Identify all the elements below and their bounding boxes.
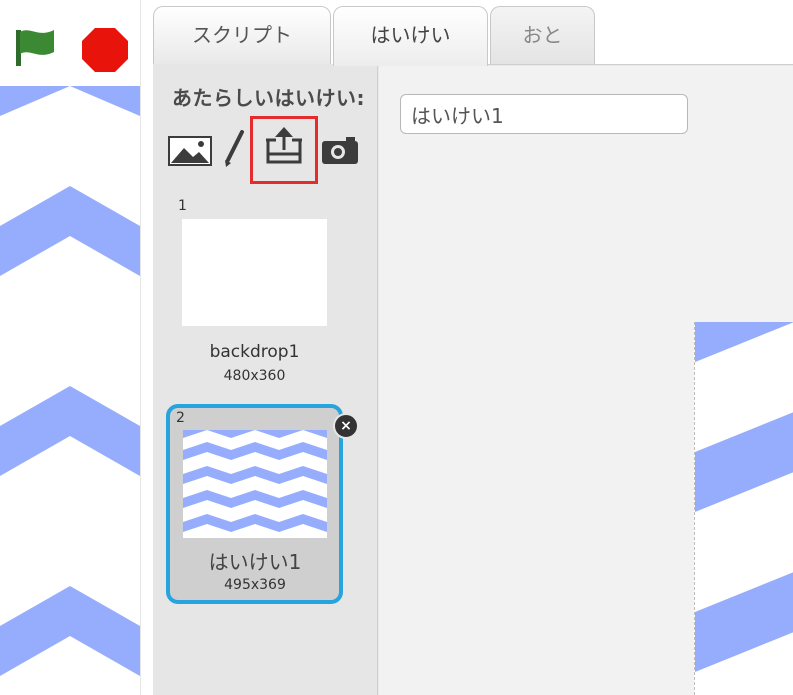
- stage-canvas[interactable]: [0, 86, 140, 695]
- green-flag-icon[interactable]: [8, 26, 60, 68]
- camera-icon[interactable]: [320, 134, 360, 166]
- backdrop-name-field[interactable]: [400, 94, 688, 134]
- close-icon[interactable]: ×: [333, 413, 359, 439]
- image-icon[interactable]: [168, 136, 212, 166]
- backdrop-name: はいけい1: [208, 550, 302, 574]
- tab-backdrops-label: はいけい: [370, 23, 451, 47]
- backdrop-thumbnail[interactable]: [182, 219, 327, 326]
- upload-icon[interactable]: [262, 124, 306, 166]
- pane-divider: [140, 0, 154, 695]
- backdrop-name: backdrop1: [209, 342, 300, 362]
- backdrop-index: 2: [176, 410, 185, 426]
- tab-scripts[interactable]: スクリプト: [153, 6, 331, 64]
- backdrop-index: 1: [178, 198, 187, 214]
- tab-scripts-label: スクリプト: [192, 23, 292, 47]
- backdrop-size: 495x369: [224, 577, 286, 593]
- stage-area: [0, 0, 140, 695]
- stage-toolbar: [0, 0, 140, 86]
- stop-icon[interactable]: [80, 26, 130, 74]
- backdrop-thumbnail[interactable]: [183, 430, 327, 538]
- tab-sounds[interactable]: おと: [490, 6, 595, 64]
- tab-backdrops[interactable]: はいけい: [333, 6, 488, 66]
- backdrop-size: 480x360: [223, 368, 286, 384]
- tab-sounds-label: おと: [522, 23, 563, 47]
- new-backdrop-label: あたらしいはいけい:: [172, 86, 365, 110]
- paintbrush-icon[interactable]: [222, 130, 246, 168]
- canvas-preview[interactable]: [694, 322, 793, 695]
